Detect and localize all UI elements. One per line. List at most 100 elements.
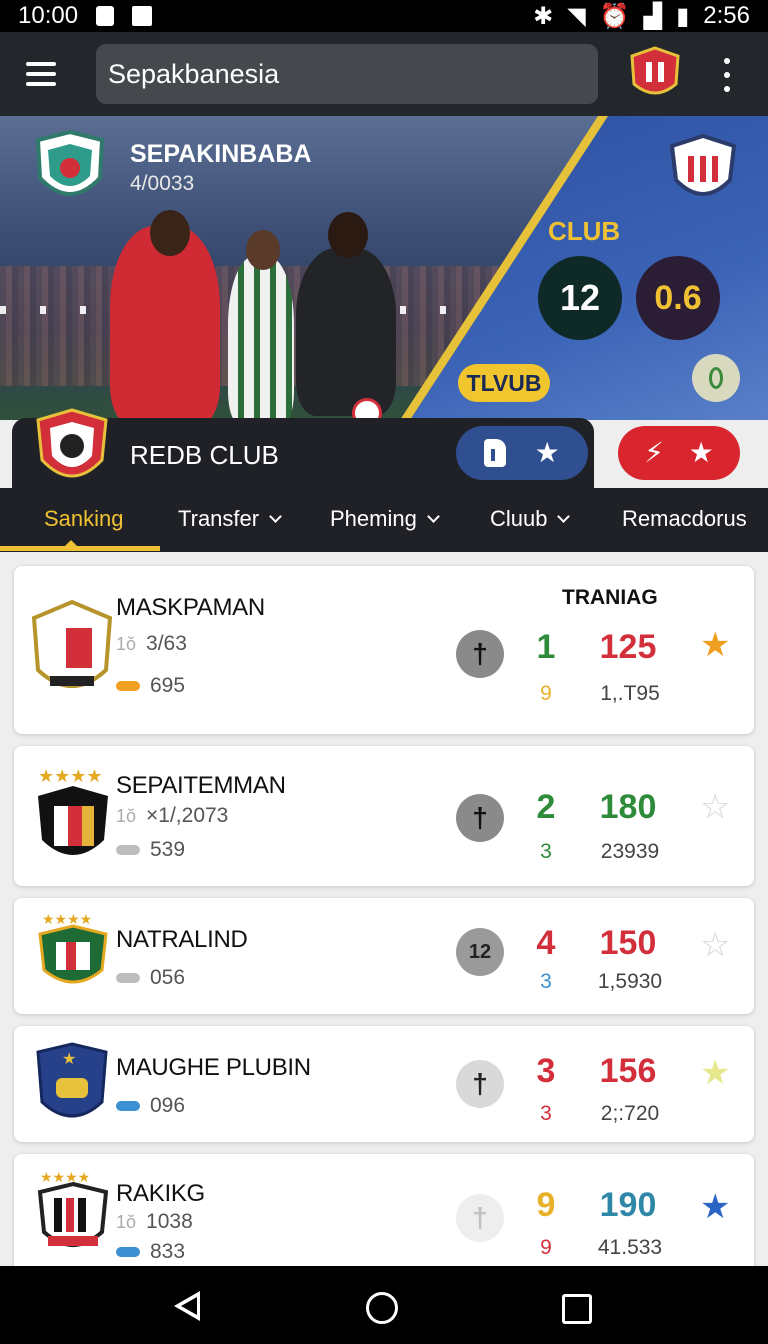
team-name: RAKIKG — [116, 1180, 205, 1207]
opponent-crest-icon — [669, 134, 737, 196]
bolt-icon[interactable]: ⚡ — [644, 439, 664, 467]
meta-icon: 1ŏ — [116, 805, 137, 826]
hero-title: SEPAKINBABA — [130, 140, 312, 168]
points-sub: 1,.T95 — [600, 682, 660, 705]
club-actions-blue[interactable]: ★ — [456, 426, 588, 480]
team-meta-2: 056 — [116, 966, 185, 990]
favorite-star-icon[interactable]: ★ — [700, 1190, 730, 1224]
bluetooth-icon: ✱ — [533, 2, 554, 30]
battery-icon: ▮ — [676, 2, 690, 30]
back-icon-inner — [181, 1297, 197, 1315]
team-crest-icon: ★★★★ — [37, 1169, 109, 1247]
status-time-right: 2:56 — [703, 2, 750, 29]
favorite-star-icon[interactable]: ☆ — [700, 928, 730, 962]
club-crest-large-icon — [36, 408, 108, 478]
team-meta-1: 1ŏ ×1/,2073 — [116, 804, 229, 827]
club-crest-icon[interactable] — [628, 46, 682, 102]
star-icon[interactable]: ★ — [689, 439, 714, 467]
team-meta-2: 833 — [116, 1240, 185, 1264]
club-name: REDB CLUB — [130, 440, 279, 470]
team-crest-icon: ★★★★ — [38, 766, 108, 855]
player-head-red — [150, 210, 190, 256]
rank-value: 4 — [536, 924, 556, 962]
rank-sub: 9 — [540, 682, 552, 705]
team-name: MASKPAMAN — [116, 594, 265, 621]
alarm-icon: ⏰ — [599, 2, 630, 30]
rank-value: 1 — [536, 628, 556, 666]
svg-text:★: ★ — [62, 1051, 76, 1068]
league-crest-icon — [35, 130, 105, 196]
image-notification-icon — [132, 6, 153, 26]
points-sub: 41.533 — [597, 1236, 663, 1259]
menu-icon[interactable] — [26, 62, 56, 86]
points-value: 190 — [599, 1186, 657, 1224]
chevron-down-icon — [557, 509, 571, 523]
svg-text:★★★★: ★★★★ — [42, 911, 92, 927]
team-meta-2: 695 — [116, 674, 185, 698]
score-home: 12 — [538, 256, 622, 340]
cross-icon[interactable]: 12 — [456, 928, 504, 976]
team-crest-icon: ★ — [36, 1042, 108, 1118]
signal-icon: ▟ — [643, 2, 663, 30]
cross-icon[interactable]: † — [456, 1194, 504, 1242]
star-icon[interactable]: ★ — [535, 439, 560, 467]
column-header: TRANIAG — [562, 586, 658, 609]
status-time-left: 10:00 — [18, 2, 79, 29]
points-value: 156 — [599, 1052, 657, 1090]
rank-value: 3 — [536, 1052, 556, 1090]
tab-transfer[interactable]: Transfer — [178, 506, 282, 532]
app-bar: Sepakbanesia — [0, 32, 768, 116]
cross-icon[interactable]: † — [456, 1060, 504, 1108]
player-white — [228, 256, 294, 420]
cross-icon[interactable]: † — [456, 794, 504, 842]
status-bar: 10:00 ✱ ◥ ⏰ ▟ ▮ 2:56 — [0, 0, 768, 32]
club-label: CLUB — [548, 216, 621, 246]
more-options-icon[interactable] — [720, 58, 734, 92]
favorite-star-icon[interactable]: ★ — [700, 1056, 730, 1090]
rank-sub: 9 — [540, 1236, 552, 1259]
tab-remacdorus[interactable]: Remacdorus — [622, 506, 747, 532]
meta-icon — [116, 1247, 140, 1257]
favorite-star-icon[interactable]: ☆ — [700, 790, 730, 824]
team-crest-icon — [31, 599, 113, 688]
club-actions-red[interactable]: ⚡ ★ — [618, 426, 740, 480]
shield-icon[interactable] — [692, 354, 740, 402]
team-name: NATRALIND — [116, 926, 248, 953]
tab-sanking[interactable]: Sanking — [44, 506, 124, 532]
player-head-black — [328, 212, 368, 258]
points-value: 180 — [599, 788, 657, 826]
meta-icon — [116, 845, 140, 855]
team-name: MAUGHE PLUBIN — [116, 1054, 311, 1081]
cross-icon[interactable]: † — [456, 630, 504, 678]
points-sub: 1,5930 — [597, 970, 663, 993]
football-icon — [352, 398, 382, 420]
team-meta-2: 539 — [116, 838, 185, 862]
team-meta-1: 1ŏ 1038 — [116, 1210, 193, 1233]
hero-subtitle: 4/0033 — [130, 172, 195, 195]
fire-icon — [116, 681, 140, 691]
score-away: 0.6 — [636, 256, 720, 340]
player-black — [296, 248, 396, 416]
team-crest-icon: ★★★★ — [38, 911, 108, 984]
favorite-star-icon[interactable]: ★ — [700, 628, 730, 662]
svg-text:★★★★: ★★★★ — [40, 1169, 90, 1185]
rank-sub: 3 — [540, 840, 552, 863]
meta-icon — [116, 1101, 140, 1111]
home-icon[interactable] — [366, 1292, 398, 1324]
recent-apps-icon[interactable] — [562, 1294, 592, 1324]
rank-value: 9 — [536, 1186, 556, 1224]
points-sub: 23939 — [600, 840, 660, 863]
hero-badge[interactable]: TLVUB — [458, 364, 550, 402]
search-input[interactable]: Sepakbanesia — [96, 44, 598, 104]
meta-icon — [116, 973, 140, 983]
rank-value: 2 — [536, 788, 556, 826]
document-icon[interactable] — [484, 439, 507, 467]
tab-pheming[interactable]: Pheming — [330, 506, 440, 532]
team-name: SEPAITEMMAN — [116, 772, 286, 799]
rank-sub: 3 — [540, 970, 552, 993]
tab-cluub[interactable]: Cluub — [490, 506, 571, 532]
meta-icon: 1ŏ — [116, 1211, 137, 1232]
points-value: 150 — [599, 924, 657, 962]
chevron-down-icon — [426, 509, 440, 523]
team-meta-1: 1ŏ 3/63 — [116, 632, 187, 655]
